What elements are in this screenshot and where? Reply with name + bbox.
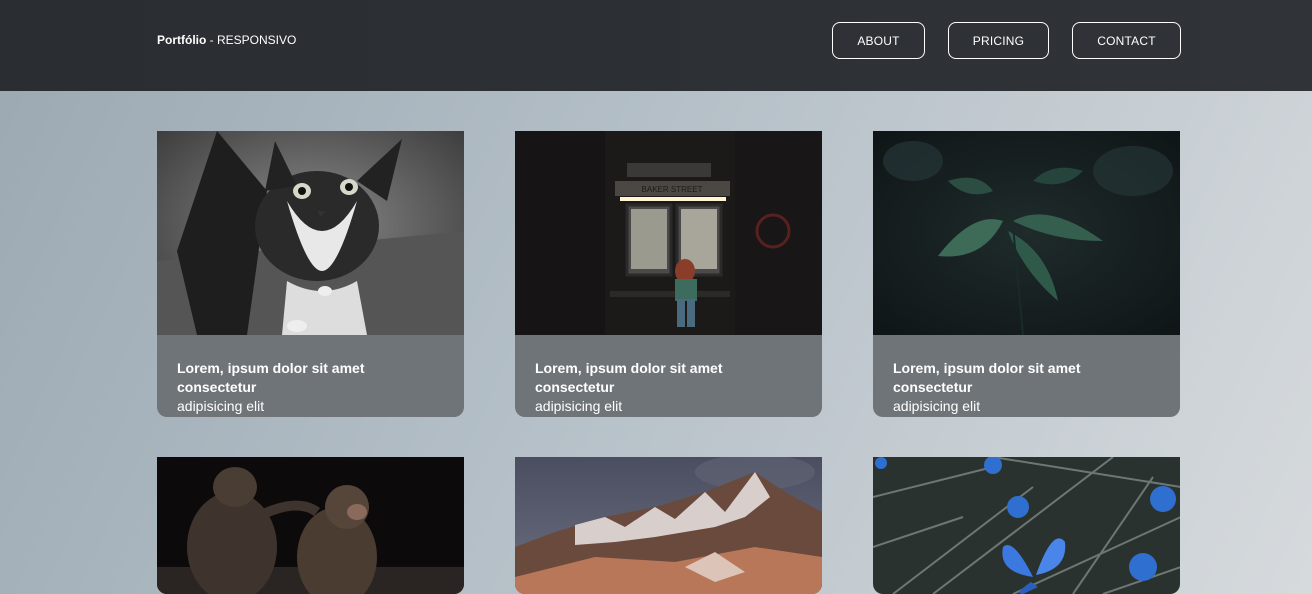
brand-bold: Portfólio <box>157 33 207 47</box>
subway-person-photo: BAKER STREET <box>515 131 822 335</box>
leaves-photo <box>873 131 1180 335</box>
portfolio-card[interactable] <box>873 457 1180 594</box>
portfolio-card[interactable] <box>157 457 464 594</box>
card-title: Lorem, ipsum dolor sit amet consectetur <box>535 360 723 395</box>
cat-photo <box>157 131 464 335</box>
station-sign: BAKER STREET <box>642 185 703 194</box>
monkeys-photo <box>157 457 464 594</box>
portfolio-card[interactable]: Lorem, ipsum dolor sit amet consectetur … <box>873 131 1180 417</box>
card-caption: Lorem, ipsum dolor sit amet consectetur … <box>157 335 464 417</box>
nav-contact-button[interactable]: CONTACT <box>1072 22 1181 59</box>
card-subtitle: adipisicing elit <box>535 398 623 414</box>
brand[interactable]: Portfólio - RESPONSIVO <box>157 33 296 47</box>
card-caption: Lorem, ipsum dolor sit amet consectetur … <box>873 335 1180 417</box>
nav-pricing-button[interactable]: PRICING <box>948 22 1049 59</box>
portfolio-card[interactable]: BAKER STREET Lorem, ipsum dolor sit amet… <box>515 131 822 417</box>
card-title: Lorem, ipsum dolor sit amet consectetur <box>177 360 365 395</box>
top-header: Portfólio - RESPONSIVO ABOUT PRICING CON… <box>0 0 1312 91</box>
card-subtitle: adipisicing elit <box>177 398 265 414</box>
card-subtitle: adipisicing elit <box>893 398 981 414</box>
nav-about-button[interactable]: ABOUT <box>832 22 925 59</box>
card-caption: Lorem, ipsum dolor sit amet consectetur … <box>515 335 822 417</box>
card-title: Lorem, ipsum dolor sit amet consectetur <box>893 360 1081 395</box>
portfolio-card[interactable]: Lorem, ipsum dolor sit amet consectetur … <box>157 131 464 417</box>
portfolio-card[interactable] <box>515 457 822 594</box>
mountain-photo <box>515 457 822 594</box>
brand-rest: - RESPONSIVO <box>206 33 297 47</box>
butterfly-flowers-photo <box>873 457 1180 594</box>
